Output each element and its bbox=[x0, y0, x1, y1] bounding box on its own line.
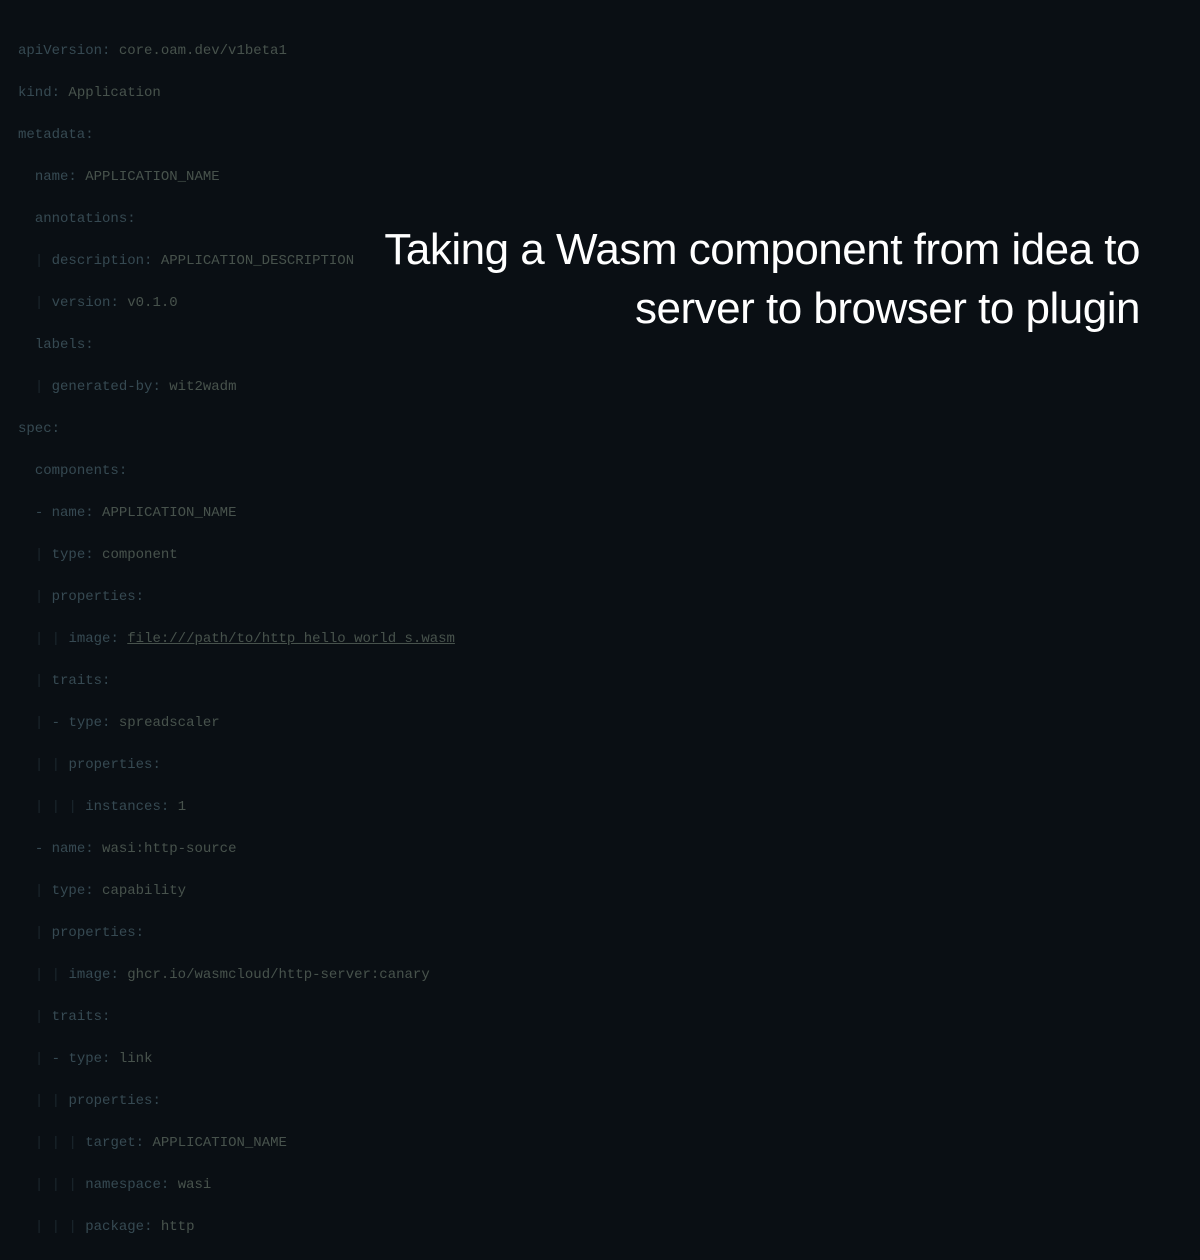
yaml-key: type bbox=[52, 883, 86, 899]
yaml-key: type bbox=[52, 547, 86, 563]
yaml-key: generated-by bbox=[52, 379, 153, 395]
yaml-key: metadata bbox=[18, 127, 85, 143]
yaml-key: name bbox=[35, 169, 69, 185]
yaml-key: package bbox=[85, 1219, 144, 1235]
yaml-value: APPLICATION_NAME bbox=[102, 505, 236, 521]
page-title: Taking a Wasm component from idea to ser… bbox=[380, 220, 1140, 339]
yaml-value: http bbox=[161, 1219, 195, 1235]
yaml-key: description bbox=[52, 253, 144, 269]
yaml-value: v0.1.0 bbox=[127, 295, 177, 311]
yaml-value: wit2wadm bbox=[169, 379, 236, 395]
yaml-value: file:///path/to/http_hello_world_s.wasm bbox=[127, 631, 455, 647]
yaml-key: name bbox=[52, 505, 86, 521]
yaml-key: spec bbox=[18, 421, 52, 437]
yaml-key: instances bbox=[85, 799, 161, 815]
yaml-code-block: apiVersion: core.oam.dev/v1beta1 kind: A… bbox=[0, 0, 1200, 1260]
yaml-key: namespace bbox=[85, 1177, 161, 1193]
yaml-value: APPLICATION_NAME bbox=[152, 1135, 286, 1151]
yaml-key: labels bbox=[35, 337, 85, 353]
yaml-key: annotations bbox=[35, 211, 127, 227]
yaml-value: APPLICATION_DESCRIPTION bbox=[161, 253, 354, 269]
yaml-value: 1 bbox=[178, 799, 186, 815]
yaml-key: properties bbox=[52, 589, 136, 605]
yaml-key: traits bbox=[52, 1009, 102, 1025]
yaml-key: components bbox=[35, 463, 119, 479]
yaml-key: kind bbox=[18, 85, 52, 101]
yaml-key: image bbox=[68, 967, 110, 983]
yaml-key: type bbox=[68, 1051, 102, 1067]
yaml-key: properties bbox=[68, 757, 152, 773]
yaml-value: APPLICATION_NAME bbox=[85, 169, 219, 185]
yaml-key: target bbox=[85, 1135, 135, 1151]
yaml-value: spreadscaler bbox=[119, 715, 220, 731]
yaml-key: apiVersion bbox=[18, 43, 102, 59]
yaml-value: component bbox=[102, 547, 178, 563]
yaml-value: capability bbox=[102, 883, 186, 899]
yaml-value: Application bbox=[68, 85, 160, 101]
yaml-value: wasi bbox=[178, 1177, 212, 1193]
yaml-key: type bbox=[68, 715, 102, 731]
yaml-key: name bbox=[52, 841, 86, 857]
yaml-value: link bbox=[119, 1051, 153, 1067]
yaml-value: wasi:http-source bbox=[102, 841, 236, 857]
yaml-value: ghcr.io/wasmcloud/http-server:canary bbox=[127, 967, 429, 983]
yaml-key: properties bbox=[52, 925, 136, 941]
yaml-key: image bbox=[68, 631, 110, 647]
yaml-key: version bbox=[52, 295, 111, 311]
yaml-value: core.oam.dev/v1beta1 bbox=[119, 43, 287, 59]
yaml-key: traits bbox=[52, 673, 102, 689]
yaml-key: properties bbox=[68, 1093, 152, 1109]
